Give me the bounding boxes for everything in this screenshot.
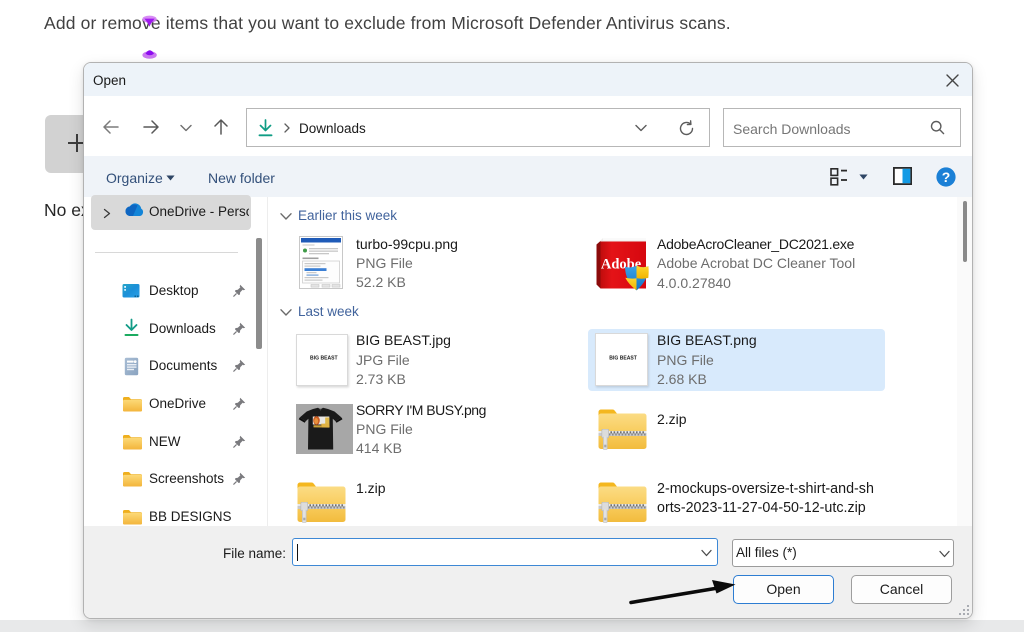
svg-text:?: ? <box>942 169 951 185</box>
